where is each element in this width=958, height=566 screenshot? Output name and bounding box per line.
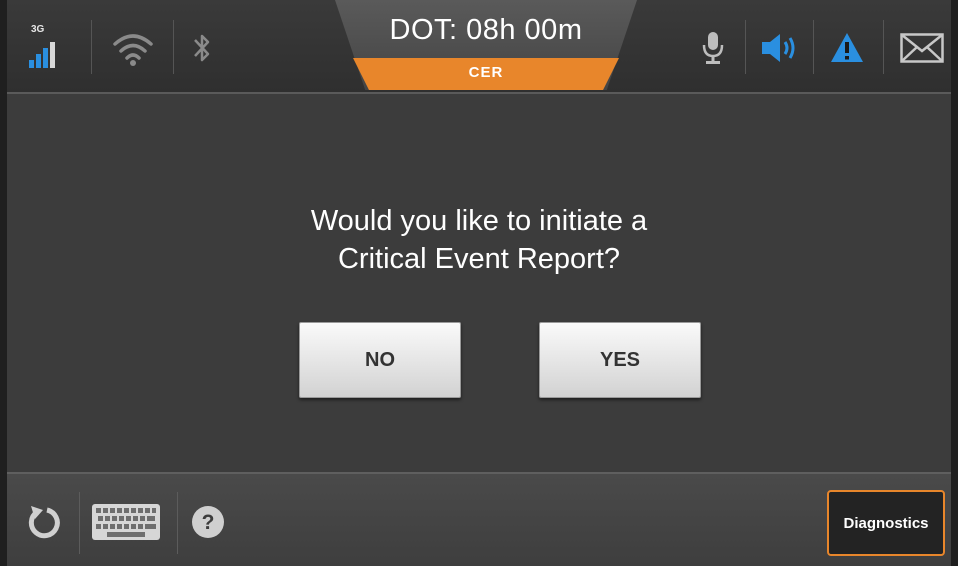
dialog-question: Would you like to initiate a Critical Ev…	[7, 202, 951, 278]
warning-icon[interactable]	[827, 26, 867, 70]
status-bar: 3G DOT: 08h 00m CER	[7, 0, 951, 94]
cer-dialog: Would you like to initiate a Critical Ev…	[7, 94, 951, 470]
network-type-label: 3G	[31, 24, 45, 35]
microphone-icon[interactable]	[699, 26, 727, 70]
wifi-icon[interactable]	[107, 26, 159, 70]
cell-signal-icon: 3G	[25, 24, 65, 70]
yes-button[interactable]: YES	[539, 322, 701, 398]
refresh-icon[interactable]	[17, 494, 73, 550]
question-line-2: Critical Event Report?	[337, 243, 621, 275]
speaker-icon[interactable]	[759, 26, 801, 70]
bottom-toolbar: ? Diagnostics	[7, 472, 951, 566]
diagnostics-button[interactable]: Diagnostics	[827, 490, 945, 556]
mode-label: CER	[468, 64, 504, 81]
keyboard-icon[interactable]	[89, 494, 163, 550]
svg-text:?: ?	[202, 511, 215, 534]
question-line-1: Would you like to initiate a	[310, 205, 648, 237]
help-icon[interactable]: ?	[187, 494, 229, 550]
dot-timer-label: DOT: 08h 00m	[389, 14, 583, 46]
bluetooth-icon[interactable]	[187, 26, 217, 70]
no-button[interactable]: NO	[299, 322, 461, 398]
device-screen: 3G DOT: 08h 00m CER Would you like to in…	[7, 0, 951, 566]
mail-icon[interactable]	[899, 26, 945, 70]
